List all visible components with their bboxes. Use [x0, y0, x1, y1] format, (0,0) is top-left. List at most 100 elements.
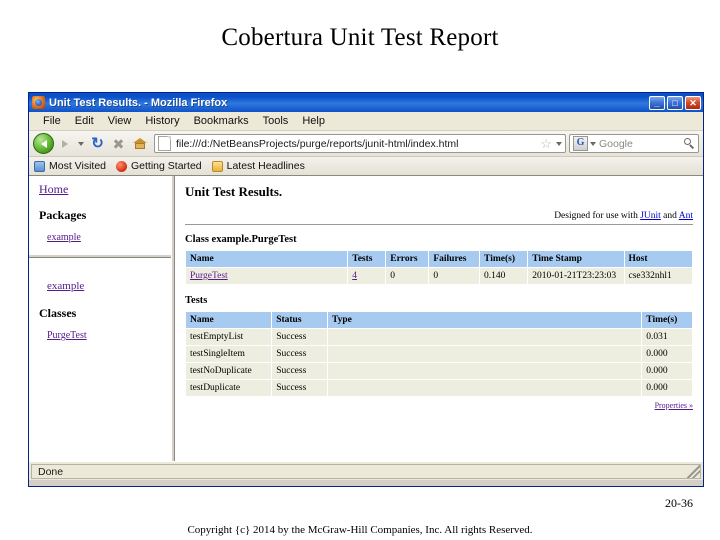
chevron-down-icon[interactable] — [590, 141, 596, 146]
table-row: testNoDuplicate Success 0.000 — [184, 362, 693, 380]
navigation-toolbar: ↻ ✖ file:///d:/NetBeansProjects/purge/re… — [29, 131, 703, 157]
cell-errors: 0 — [385, 267, 430, 285]
cell-test-name: testEmptyList — [184, 328, 273, 346]
cell-test-type — [326, 379, 643, 397]
ant-link[interactable]: Ant — [679, 211, 693, 221]
packages-heading: Packages — [39, 208, 87, 222]
menu-item-file[interactable]: File — [36, 115, 68, 127]
menu-item-history[interactable]: History — [138, 115, 186, 127]
menu-item-edit[interactable]: Edit — [68, 115, 101, 127]
cell-host: cse332nhl1 — [623, 267, 694, 285]
column-header-failures: Failures — [428, 250, 481, 268]
cell-test-time: 0.000 — [641, 345, 693, 363]
menu-item-bookmarks[interactable]: Bookmarks — [187, 115, 256, 127]
address-bar[interactable]: file:///d:/NetBeansProjects/purge/report… — [154, 134, 566, 153]
search-placeholder: Google — [599, 137, 633, 150]
table-row: testDuplicate Success 0.000 — [184, 379, 693, 397]
forward-button[interactable] — [54, 133, 75, 154]
table-row: testSingleItem Success 0.000 — [184, 345, 693, 363]
designed-for-prefix: Designed for use with — [554, 211, 641, 221]
table-row: PurgeTest 4 0 0 0.140 2010-01-21T23:23:0… — [184, 267, 694, 285]
minimize-button[interactable]: _ — [649, 95, 665, 110]
resize-grip[interactable] — [687, 463, 701, 479]
cell-failures: 0 — [428, 267, 481, 285]
tests-table: Name Status Type Time(s) testEmptyList S… — [184, 311, 693, 397]
designed-for-mid: and — [660, 211, 679, 221]
column-header-status: Status — [271, 311, 328, 329]
table-row: testEmptyList Success 0.031 — [184, 328, 693, 346]
sidebar-current-package[interactable]: example — [47, 280, 163, 292]
cell-time: 0.140 — [479, 267, 529, 285]
search-icon[interactable] — [684, 138, 695, 149]
bookmark-label: Getting Started — [131, 160, 202, 172]
close-button[interactable]: ✕ — [685, 95, 701, 110]
menu-item-view[interactable]: View — [101, 115, 139, 127]
properties-link-container: Properties » — [185, 401, 693, 410]
reload-button[interactable]: ↻ — [87, 133, 108, 154]
search-input[interactable]: G Google — [569, 134, 699, 153]
home-icon — [132, 138, 147, 149]
status-text: Done — [31, 463, 687, 479]
column-header-time: Time(s) — [641, 311, 693, 329]
bookmark-label: Latest Headlines — [226, 160, 305, 172]
bookmarks-toolbar: Most Visited Getting Started Latest Head… — [29, 157, 703, 176]
properties-link[interactable]: Properties » — [655, 401, 693, 410]
classes-heading: Classes — [39, 306, 77, 320]
chevron-down-icon[interactable] — [556, 141, 562, 146]
column-header-errors: Errors — [385, 250, 430, 268]
bookmark-latest-headlines[interactable]: Latest Headlines — [211, 160, 305, 172]
getting-started-icon — [116, 160, 127, 172]
packages-frame: Home Packages example — [29, 176, 171, 254]
sidebar-item-package-example[interactable]: example — [47, 232, 163, 243]
junit-link[interactable]: JUnit — [640, 211, 661, 221]
cell-tests: 4 — [347, 267, 387, 285]
reload-icon: ↻ — [91, 135, 104, 152]
bookmark-getting-started[interactable]: Getting Started — [116, 160, 202, 172]
window-title: Unit Test Results. - Mozilla Firefox — [49, 96, 228, 109]
page-content: Home Packages example example Classes Pu… — [29, 176, 703, 461]
column-header-type: Type — [326, 311, 643, 329]
column-header-timestamp: Time Stamp — [527, 250, 625, 268]
divider — [185, 224, 693, 225]
back-arrow-icon — [33, 133, 54, 154]
cell-test-status: Success — [271, 379, 328, 397]
sidebar-item-class-purgetest[interactable]: PurgeTest — [47, 330, 163, 341]
maximize-button[interactable]: □ — [667, 95, 683, 110]
bookmark-most-visited[interactable]: Most Visited — [34, 160, 106, 172]
cell-timestamp: 2010-01-21T23:23:03 — [527, 267, 625, 285]
status-bar: Done — [29, 461, 703, 480]
back-button[interactable] — [33, 133, 54, 154]
menu-item-help[interactable]: Help — [295, 115, 332, 127]
history-dropdown-button[interactable] — [75, 133, 87, 154]
class-link-purgetest[interactable]: PurgeTest — [190, 271, 228, 281]
designed-for-note: Designed for use with JUnit and Ant — [185, 211, 693, 221]
classes-frame: example Classes PurgeTest — [29, 258, 171, 461]
latest-headlines-icon — [211, 160, 223, 172]
left-frames-column: Home Packages example example Classes Pu… — [29, 176, 171, 461]
close-icon: ✕ — [689, 97, 697, 108]
bookmark-star-icon[interactable]: ☆ — [540, 137, 552, 150]
column-header-time: Time(s) — [479, 250, 529, 268]
menu-item-tools[interactable]: Tools — [256, 115, 296, 127]
stop-button[interactable]: ✖ — [108, 133, 129, 154]
table-header-row: Name Status Type Time(s) — [184, 311, 693, 329]
column-header-name: Name — [184, 311, 273, 329]
maximize-icon: □ — [672, 97, 678, 108]
close-icon: ✖ — [112, 135, 125, 152]
forward-arrow-icon — [61, 139, 68, 148]
home-button[interactable] — [129, 133, 150, 154]
tests-count-link[interactable]: 4 — [352, 271, 357, 281]
main-report-frame: Unit Test Results. Designed for use with… — [175, 176, 703, 461]
column-header-tests: Tests — [347, 250, 387, 268]
window-controls: _ □ ✕ — [649, 95, 701, 110]
cell-test-name: testNoDuplicate — [184, 362, 273, 380]
chevron-down-icon — [78, 141, 84, 146]
sidebar-item-home[interactable]: Home — [39, 182, 163, 197]
class-summary-table: Name Tests Errors Failures Time(s) Time … — [184, 250, 694, 285]
cell-test-time: 0.000 — [641, 379, 693, 397]
cell-test-type — [326, 345, 643, 363]
browser-window: Unit Test Results. - Mozilla Firefox _ □… — [28, 92, 704, 487]
slide-page-number: 20-36 — [665, 496, 693, 510]
report-title: Unit Test Results. — [185, 184, 283, 199]
window-title-bar: Unit Test Results. - Mozilla Firefox _ □… — [29, 93, 703, 112]
